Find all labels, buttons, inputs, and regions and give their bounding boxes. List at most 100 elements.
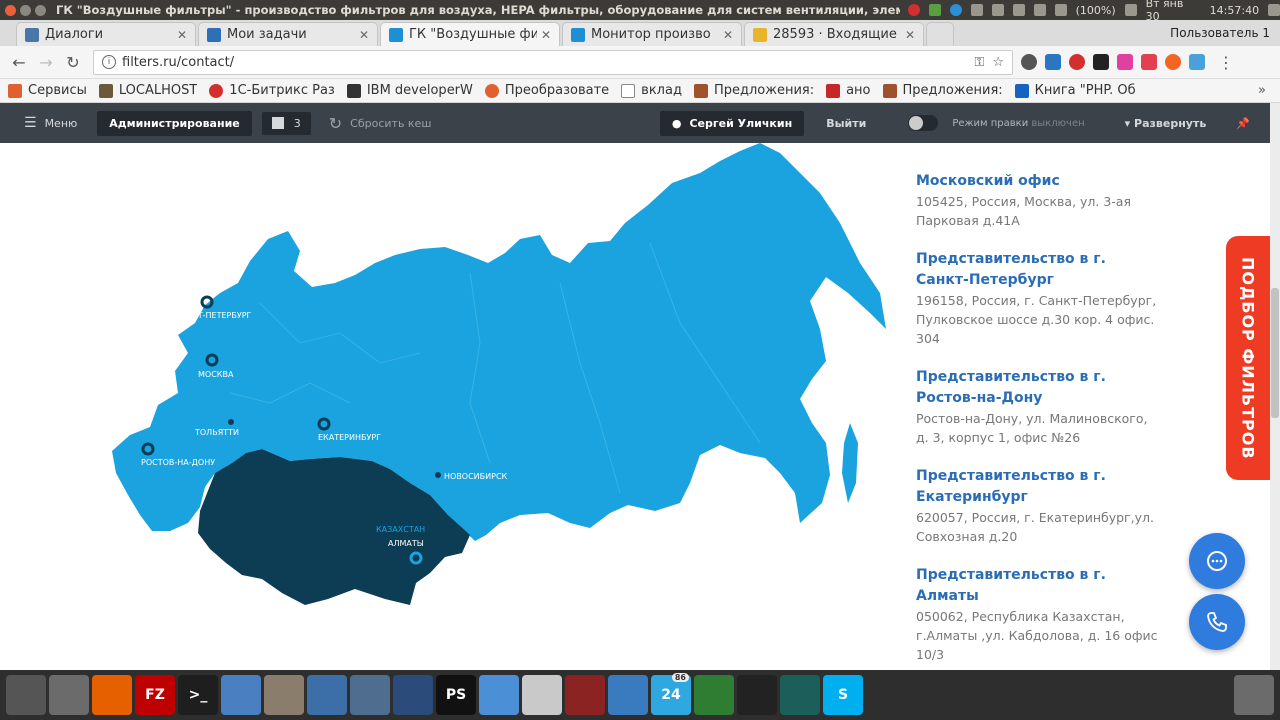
network-icon[interactable] [970, 4, 983, 16]
reset-cache-button[interactable]: ↻ Сбросить кеш [329, 114, 432, 133]
firefox-icon[interactable] [92, 675, 132, 715]
color-extension-icon[interactable] [1117, 54, 1133, 70]
eye-extension-icon[interactable] [1093, 54, 1109, 70]
bookmark-converter[interactable]: Преобразовате [484, 83, 609, 98]
battery-icon[interactable] [1054, 4, 1067, 16]
address-bar[interactable]: i filters.ru/contact/ ⚿ ☆ [93, 49, 1013, 75]
office-name[interactable]: Московский офис [916, 171, 1161, 192]
bookmark-deposit[interactable]: вклад [621, 83, 682, 98]
bookmark-bitrix[interactable]: 1С-Битрикс Раз [209, 83, 335, 98]
more-bookmarks-icon[interactable]: » [1258, 83, 1266, 98]
power-icon[interactable] [1268, 4, 1280, 16]
admin-panel: ☰ Меню Администрирование 3 ↻ Сбросить ке… [0, 103, 1270, 143]
record-icon[interactable] [907, 4, 920, 16]
offices-list: Московский офис 105425, Россия, Москва, … [916, 171, 1161, 670]
forward-arrow-icon[interactable]: → [35, 53, 57, 72]
bookmark-services[interactable]: Сервисы [8, 83, 87, 98]
tab-monitor[interactable]: Монитор произво ✕ [562, 22, 742, 46]
office-name[interactable]: Представительство в г. Санкт-Петербург [916, 249, 1161, 291]
bitrix24-icon[interactable]: 24 86 [651, 673, 691, 715]
screenshot-extension-icon[interactable] [1045, 54, 1061, 70]
mail-icon[interactable] [1033, 4, 1046, 16]
tab-close-icon[interactable]: ✕ [541, 28, 551, 42]
gitkraken-icon[interactable] [780, 675, 820, 715]
tab-my-tasks[interactable]: Мои задачи ✕ [198, 22, 378, 46]
settings-icon[interactable] [6, 675, 46, 715]
filezilla-icon[interactable]: FZ [135, 675, 175, 715]
expand-button[interactable]: ▾ Развернуть [1125, 117, 1207, 130]
tab-close-icon[interactable]: ✕ [177, 28, 187, 42]
tab-dialogs[interactable]: Диалоги ✕ [16, 22, 196, 46]
spreadsheet-icon[interactable] [694, 675, 734, 715]
inkscape-icon[interactable] [737, 675, 777, 715]
page-scrollbar[interactable] [1270, 103, 1280, 670]
bookmark-php-book[interactable]: Книга "PHP. Об [1014, 83, 1136, 98]
mysql-icon[interactable] [565, 675, 605, 715]
city-novosibirsk[interactable]: НОВОСИБИРСК [435, 472, 508, 481]
archive-icon[interactable] [264, 675, 304, 715]
edit-mode-toggle[interactable] [908, 115, 939, 131]
chat-icon[interactable] [928, 4, 941, 16]
tab-close-icon[interactable]: ✕ [723, 28, 733, 42]
skype-icon[interactable]: S [823, 675, 863, 715]
tab-inbox[interactable]: 28593 · Входящие · ✕ [744, 22, 924, 46]
chromium-icon[interactable] [479, 675, 519, 715]
city-label: АЛМАТЫ [388, 539, 424, 548]
tab-close-icon[interactable]: ✕ [905, 28, 915, 42]
edit-extension-icon[interactable] [1189, 54, 1205, 70]
new-tab-button[interactable] [926, 22, 954, 46]
pocket-extension-icon[interactable] [1141, 54, 1157, 70]
document-icon[interactable] [221, 675, 261, 715]
filter-selection-button[interactable]: ПОДБОР ФИЛЬТРОВ [1226, 236, 1270, 480]
menu-dots-icon[interactable]: ⋮ [1215, 53, 1237, 72]
skype-tray-icon[interactable] [949, 4, 962, 16]
menu-button[interactable]: ☰ Меню [24, 115, 77, 131]
phpstorm-icon[interactable]: PS [436, 675, 476, 715]
maximize-window-button[interactable] [35, 4, 46, 16]
close-window-button[interactable] [5, 4, 16, 16]
keyboard-icon[interactable] [1012, 4, 1025, 16]
pin-icon[interactable]: 📌 [1236, 117, 1250, 130]
logout-button[interactable]: Выйти [826, 117, 866, 130]
adblock-extension-icon[interactable] [1069, 54, 1085, 70]
reload-icon[interactable]: ↻ [62, 53, 84, 72]
bookmark-localhost[interactable]: LOCALHOST [98, 83, 197, 98]
bookmark-ibm[interactable]: IBM developerW [346, 83, 473, 98]
notifications-count: 3 [293, 116, 301, 130]
office-name[interactable]: Представительство в г. Екатеринбург [916, 466, 1161, 508]
sync-extension-icon[interactable] [1165, 54, 1181, 70]
url-text[interactable]: filters.ru/contact/ [122, 55, 966, 70]
tab-close-icon[interactable]: ✕ [359, 28, 369, 42]
monitor-icon[interactable] [608, 675, 648, 715]
timer-extension-icon[interactable] [1021, 54, 1037, 70]
bookmark-offers-1[interactable]: Предложения: [693, 83, 814, 98]
bookmark-offers-2[interactable]: Предложения: [882, 83, 1003, 98]
pipette-icon[interactable] [307, 675, 347, 715]
office-name[interactable]: Представительство в г. Алматы [916, 565, 1161, 607]
space-icon[interactable] [393, 675, 433, 715]
chat-button[interactable] [1189, 533, 1245, 589]
bluetooth-icon[interactable] [991, 4, 1004, 16]
minimize-window-button[interactable] [20, 4, 31, 16]
hamburger-icon: ☰ [24, 115, 37, 131]
back-arrow-icon[interactable]: ← [8, 53, 30, 72]
terminal-icon[interactable]: >_ [178, 675, 218, 715]
bookmark-ano[interactable]: ано [826, 83, 871, 98]
trash-icon[interactable] [1234, 675, 1274, 715]
editor-icon[interactable] [522, 675, 562, 715]
notifications-button[interactable]: 3 [261, 111, 311, 135]
files-icon[interactable] [49, 675, 89, 715]
info-icon[interactable]: i [102, 55, 116, 69]
volume-icon[interactable] [1124, 4, 1137, 16]
scrollbar-thumb[interactable] [1271, 288, 1279, 418]
user-button[interactable]: ● Сергей Уличкин [659, 110, 805, 136]
administration-button[interactable]: Администрирование [97, 110, 252, 136]
key-icon[interactable]: ⚿ [974, 55, 984, 70]
tab-filters[interactable]: ГК "Воздушные фи ✕ [380, 22, 560, 46]
callback-button[interactable] [1189, 594, 1245, 650]
profile-button[interactable]: Пользователь 1 [1170, 26, 1270, 40]
star-icon[interactable]: ☆ [992, 55, 1004, 70]
clock[interactable]: 14:57:40 [1210, 4, 1259, 17]
office-name[interactable]: Представительство в г. Ростов-на-Дону [916, 367, 1161, 409]
screenshot-icon[interactable] [350, 675, 390, 715]
